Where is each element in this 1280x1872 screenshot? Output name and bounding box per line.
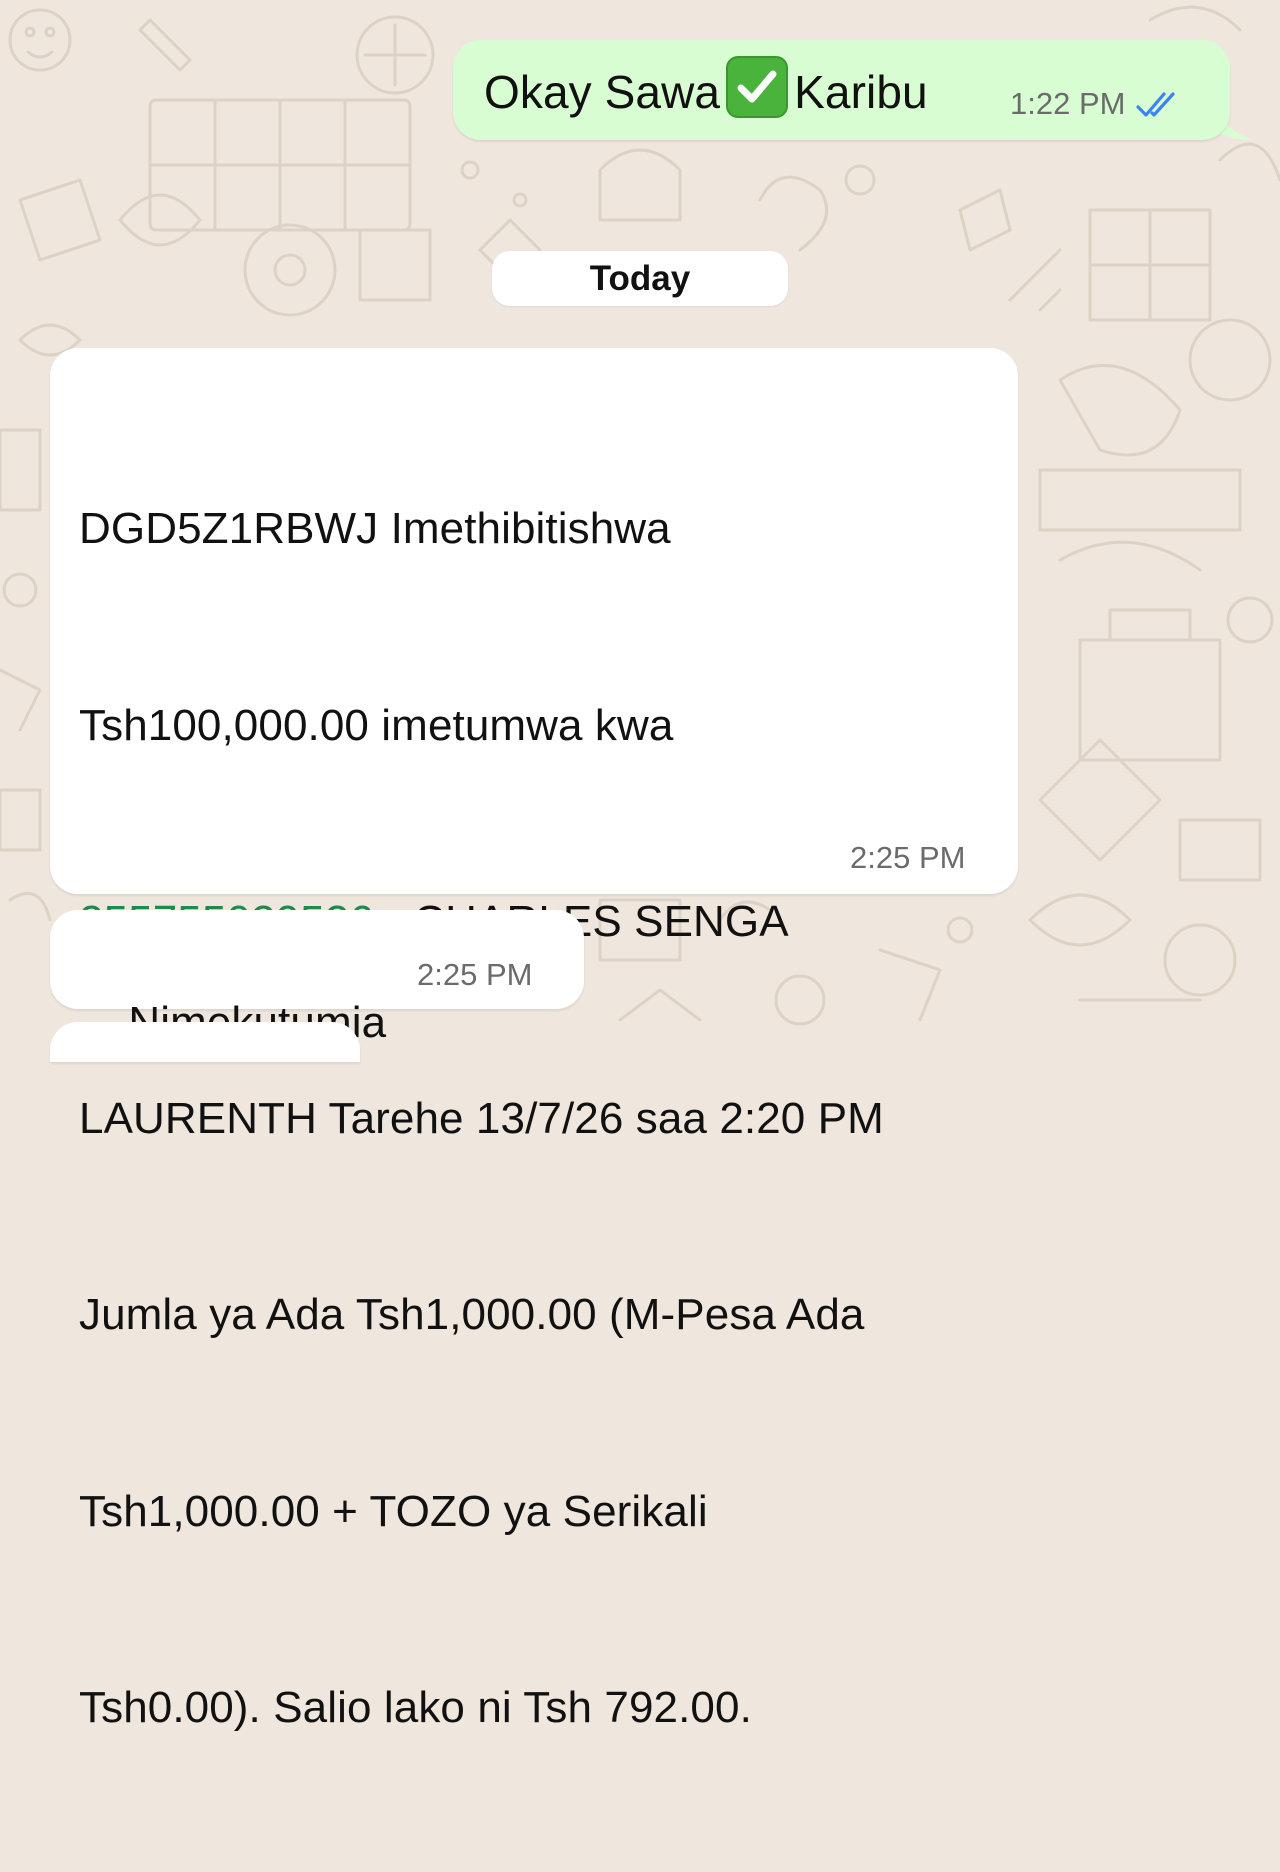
message-time: 2:25 PM bbox=[850, 840, 966, 875]
message-meta: 2:25 PM bbox=[850, 840, 965, 876]
message-text: Okay Sawa Karibu bbox=[484, 56, 928, 125]
message-line: DGD5Z1RBWJ Imethibitishwa bbox=[79, 504, 671, 553]
incoming-message-bubble[interactable] bbox=[50, 1022, 360, 1062]
outgoing-message-bubble[interactable]: Okay Sawa Karibu 1:22 PM bbox=[453, 40, 1230, 140]
message-time: 2:25 PM bbox=[417, 957, 533, 992]
message-time: 1:22 PM bbox=[1010, 86, 1126, 121]
check-mark-button-emoji bbox=[726, 56, 789, 118]
incoming-message-bubble[interactable]: Nimekutumia 2:25 PM bbox=[50, 910, 584, 1047]
message-text-part: Okay Sawa bbox=[484, 66, 721, 118]
message-meta: 1:22 PM bbox=[1010, 86, 1181, 122]
message-line: Jumla ya Ada Tsh1,000.00 (M-Pesa Ada bbox=[79, 1290, 865, 1339]
message-text-part: Karibu bbox=[794, 66, 928, 118]
message-line: Tsh1,000.00 + TOZO ya Serikali bbox=[79, 1486, 708, 1536]
date-separator: Today bbox=[492, 251, 788, 306]
message-meta: 2:25 PM bbox=[417, 957, 532, 993]
message-line: Tsh0.00). Salio lako ni Tsh 792.00. bbox=[79, 1683, 752, 1732]
incoming-message-bubble[interactable]: DGD5Z1RBWJ Imethibitishwa Tsh100,000.00 … bbox=[50, 348, 1018, 1732]
message-line: Tsh100,000.00 imetumwa kwa bbox=[79, 700, 674, 750]
read-receipt-icon bbox=[1136, 92, 1176, 117]
